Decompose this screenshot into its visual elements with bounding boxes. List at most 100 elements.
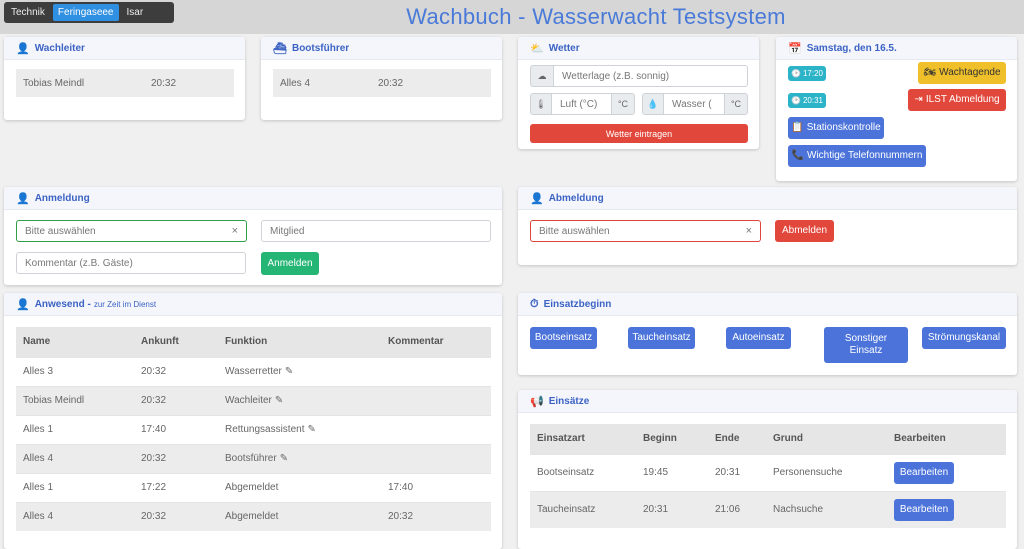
luft-input[interactable]: Luft (°C) (551, 93, 612, 115)
anmelden-button[interactable]: Anmelden (261, 252, 319, 275)
station-tabs: Technik Feringaseee Isar (4, 2, 174, 23)
abmeldung-select[interactable]: Bitte auswählen × (530, 220, 761, 242)
calendar-icon: 📅 (788, 42, 802, 55)
wetter-title: Wetter (548, 42, 580, 54)
autoeinsatz-button[interactable]: Autoeinsatz (726, 327, 791, 349)
bootsfuehrer-box: Alles 4 20:32 (273, 69, 491, 97)
bootseinsatz-button[interactable]: Bootseinsatz (530, 327, 597, 349)
cloud-addon: ☁ (530, 65, 554, 87)
anmeldung-title: Anmeldung (34, 192, 90, 204)
column-header: Funktion (218, 327, 381, 357)
table-row: Tobias Meindl 20:32 Wachleiter ✎ (16, 385, 491, 415)
cell-ankunft: 17:40 (134, 414, 218, 444)
cell-funktion-text: Wachleiter (225, 395, 272, 406)
cell-name-text: Alles 1 (23, 482, 54, 493)
ilst-abmeldung-button[interactable]: ⇥ ILST Abmeldung (908, 89, 1006, 111)
cell-funktion-text: Bootsführer (225, 453, 277, 464)
cell-kommentar (381, 414, 491, 444)
wachleiter-card: 👤 Wachleiter Tobias Meindl 20:32 (4, 37, 245, 120)
user-minus-icon: 👤 (530, 192, 544, 205)
tab-technik[interactable]: Technik (6, 4, 50, 21)
wetter-eintragen-button[interactable]: Wetter eintragen (530, 124, 748, 143)
column-header: Ankunft (134, 327, 218, 357)
cell-funktion-text: Rettungsassistent (225, 424, 305, 435)
time-badge-start-label: 17:20 (802, 68, 823, 78)
tab-isar[interactable]: Isar (122, 4, 149, 21)
abmelden-button[interactable]: Abmelden (775, 220, 834, 242)
wachleiter-time: 20:32 (151, 77, 177, 89)
stationskontrolle-label: Stationskontrolle (806, 122, 881, 133)
cell-name: Alles 4 (16, 501, 134, 531)
column-header: Ende (708, 424, 766, 454)
wetter-header: ⛅ Wetter (518, 37, 759, 60)
column-header: Name (16, 327, 134, 357)
luft-unit-label: °C (617, 99, 629, 109)
water-drop-icon: 💧 (647, 98, 659, 109)
cell-kommentar (381, 443, 491, 473)
column-header: Beginn (636, 424, 708, 454)
cell-funktion-text: Wasserretter (225, 366, 282, 377)
anmeldung-select-value: Bitte auswählen (25, 225, 96, 237)
cell-name: Alles 3 (16, 356, 134, 386)
wachtagende-button[interactable]: 🏍 Wachtagende (918, 62, 1006, 84)
cell-kommentar-text: 20:32 (388, 511, 414, 523)
wetterlage-input[interactable]: Wetterlage (z.B. sonnig) (553, 65, 748, 87)
cell-art: Bootseinsatz (530, 453, 636, 491)
cell-funktion: Abgemeldet (218, 501, 381, 531)
pencil-icon[interactable]: ✎ (285, 366, 293, 377)
wasser-unit: °C (724, 93, 748, 115)
abmeldung-card: 👤 Abmeldung Bitte auswählen × Abmelden (518, 187, 1017, 265)
table-row: Alles 4 20:32 Abgemeldet 20:32 (16, 501, 491, 531)
wachleiter-title: Wachleiter (34, 42, 85, 54)
bearbeiten-button[interactable]: Bearbeiten (894, 461, 954, 484)
cell-kommentar: 17:40 (381, 472, 491, 502)
column-header: Kommentar (381, 327, 491, 357)
pencil-icon[interactable]: ✎ (308, 424, 316, 435)
clock-icon: 🕑 (791, 68, 801, 78)
wachleiter-header: 👤 Wachleiter (4, 37, 245, 60)
cell-funktion-text: Abgemeldet (225, 482, 279, 493)
clear-icon[interactable]: × (746, 225, 752, 237)
anmeldung-select[interactable]: Bitte auswählen × (16, 220, 247, 242)
telefonnummern-button[interactable]: 📞 Wichtige Telefonnummern (788, 145, 926, 167)
anmeldung-card: 👤 Anmeldung Bitte auswählen × Mitglied K… (4, 187, 502, 285)
cell-name-text: Alles 1 (23, 424, 54, 435)
abmeldung-title: Abmeldung (548, 192, 604, 204)
clear-icon[interactable]: × (232, 225, 238, 237)
pencil-icon[interactable]: ✎ (280, 453, 288, 464)
cell-name: Tobias Meindl (16, 385, 134, 415)
stroemungskanal-button[interactable]: Strömungskanal (922, 327, 1006, 349)
pencil-icon[interactable]: ✎ (275, 395, 283, 406)
anmeldung-header: 👤 Anmeldung (4, 187, 502, 210)
cell-kommentar: 20:32 (381, 501, 491, 531)
cell-funktion: Wachleiter ✎ (218, 385, 381, 415)
cell-funktion-text: Abgemeldet (225, 511, 279, 523)
date-card: 📅 Samstag, den 16.5. 🕑 17:20 🏍 Wachtagende… (776, 37, 1017, 181)
cell-action: Bearbeiten (887, 453, 1006, 491)
cell-ankunft: 20:32 (134, 443, 218, 473)
cell-art: Taucheinsatz (530, 490, 636, 528)
ship-icon: ⛴ (273, 42, 287, 55)
table-row: Taucheinsatz 20:31 21:06 Nachsuche Bearbeite… (530, 490, 1006, 528)
abmeldung-select-value: Bitte auswählen (539, 225, 610, 237)
tab-feringaseee[interactable]: Feringaseee (52, 4, 119, 21)
kommentar-input[interactable]: Kommentar (z.B. Gäste) (16, 252, 246, 274)
einsaetze-table: Einsatzart Beginn Ende Grund Bearbeiten … (530, 424, 1006, 528)
stationskontrolle-button[interactable]: 📋 Stationskontrolle (788, 117, 884, 139)
cell-ankunft-text: 20:32 (141, 453, 167, 464)
bearbeiten-button[interactable]: Bearbeiten (894, 498, 954, 521)
bootsfuehrer-card: ⛴ Bootsführer Alles 4 20:32 (261, 37, 502, 120)
anwesend-subtitle: zur Zeit im Dienst (93, 299, 157, 309)
cell-ankunft: 20:32 (134, 356, 218, 386)
time-badge-end: 🕑 20:31 (788, 93, 826, 108)
wasser-input[interactable]: Wasser ( (663, 93, 725, 115)
table-row: Bootseinsatz 19:45 20:31 Personensuche Bearb… (530, 453, 1006, 491)
thermometer-addon: 🌡 (530, 93, 552, 115)
taucheinsatz-button[interactable]: Taucheinsatz (628, 327, 695, 349)
sonstiger-einsatz-button[interactable]: Sonstiger Einsatz (824, 327, 908, 363)
phone-icon: 📞 (791, 150, 804, 161)
anwesend-header: 👤 Anwesend - zur Zeit im Dienst (4, 293, 502, 316)
cell-ankunft-text: 20:32 (141, 366, 167, 377)
mitglied-input[interactable]: Mitglied (261, 220, 491, 242)
cell-name-text: Tobias Meindl (23, 395, 85, 406)
